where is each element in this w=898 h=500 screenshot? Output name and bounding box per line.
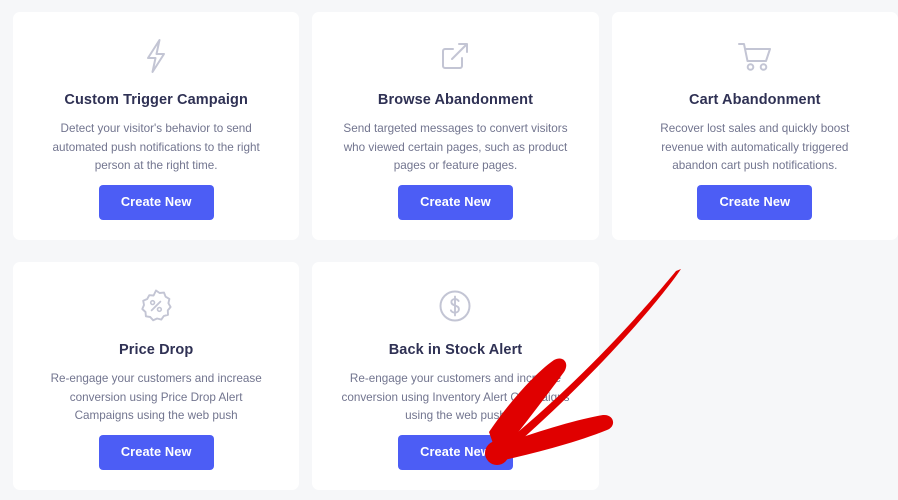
campaign-card-custom-trigger[interactable]: Custom Trigger Campaign Detect your visi… [13, 12, 300, 240]
dollar-circle-icon [436, 284, 474, 328]
create-new-button-price-drop[interactable]: Create New [98, 435, 214, 470]
card-description: Send targeted messages to convert visito… [343, 122, 568, 172]
campaign-card-cart-abandonment[interactable]: Cart Abandonment Recover lost sales and … [611, 12, 898, 240]
lightning-bolt-icon [140, 34, 172, 78]
card-title: Custom Trigger Campaign [64, 92, 248, 108]
shopping-cart-icon [735, 34, 775, 78]
percent-badge-icon [137, 284, 175, 328]
card-description: Recover lost sales and quickly boost rev… [660, 122, 850, 172]
card-title: Price Drop [118, 342, 194, 358]
create-new-button-browse-abandonment[interactable]: Create New [398, 185, 513, 220]
create-new-button-custom-trigger[interactable]: Create New [98, 185, 214, 220]
create-new-button-cart-abandonment[interactable]: Create New [697, 185, 813, 220]
card-description: Re-engage your customers and increase co… [341, 372, 570, 422]
card-description: Re-engage your customers and increase co… [50, 372, 262, 422]
campaign-type-grid: Custom Trigger Campaign Detect your visi… [0, 0, 898, 500]
create-new-button-back-in-stock[interactable]: Create New [398, 435, 513, 470]
campaign-card-price-drop[interactable]: Price Drop Re-engage your customers and … [13, 262, 300, 490]
campaign-card-browse-abandonment[interactable]: Browse Abandonment Send targeted message… [312, 12, 599, 240]
card-title: Back in Stock Alert [388, 342, 523, 358]
empty-grid-slot [612, 262, 898, 490]
card-title: Cart Abandonment [689, 92, 821, 108]
card-title: Browse Abandonment [377, 92, 534, 108]
campaign-card-back-in-stock[interactable]: Back in Stock Alert Re-engage your custo… [312, 262, 599, 490]
external-link-icon [437, 34, 473, 78]
card-description: Detect your visitor's behavior to send a… [52, 122, 260, 172]
